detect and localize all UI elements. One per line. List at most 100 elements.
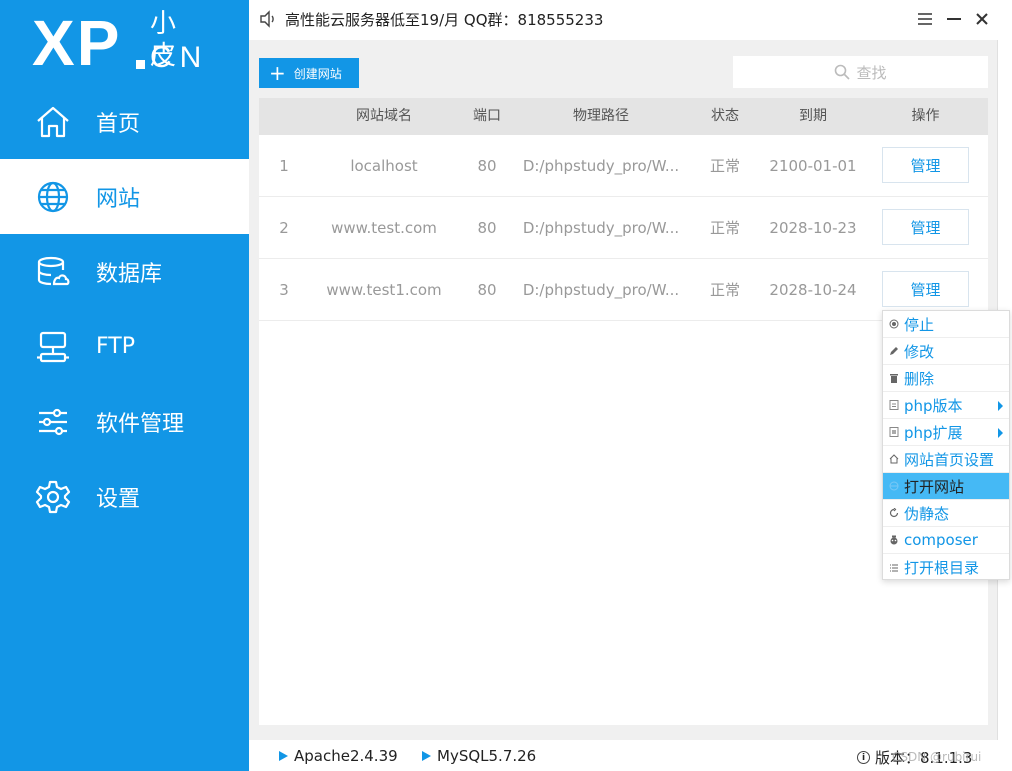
globe-icon	[889, 481, 899, 491]
php-version-icon	[889, 400, 899, 410]
menu-item-label: 修改	[904, 342, 935, 361]
notice-text[interactable]: 高性能云服务器低至19/月 QQ群：818555233	[285, 9, 603, 30]
col-domain: 网站域名	[356, 108, 412, 124]
trash-icon	[889, 373, 899, 383]
table-row[interactable]: 3 www.test1.com 80 D:/phpstudy_pro/W... …	[259, 259, 988, 321]
home-icon	[34, 103, 72, 141]
website-table: 网站域名 端口 物理路径 状态 到期 操作 1 localhost 80 D:/…	[259, 98, 988, 725]
menu-item-open-root-dir[interactable]: 打开根目录	[883, 554, 1009, 581]
table-header: 网站域名 端口 物理路径 状态 到期 操作	[259, 98, 988, 135]
row-expire: 2100-01-01	[769, 157, 857, 175]
row-port: 80	[477, 219, 497, 237]
apache-label: Apache2.4.39	[294, 747, 398, 765]
play-icon	[279, 751, 288, 761]
row-port: 80	[477, 281, 497, 299]
sidebar-item-label: 设置	[96, 486, 141, 512]
menu-item-composer[interactable]: composer	[883, 527, 1009, 554]
minimize-icon[interactable]	[943, 8, 965, 30]
submenu-arrow-icon	[998, 401, 1003, 411]
pencil-icon	[889, 346, 899, 356]
apache-service[interactable]: Apache2.4.39	[279, 747, 398, 765]
menu-item-edit[interactable]: 修改	[883, 338, 1009, 365]
sliders-icon	[34, 403, 72, 441]
mysql-label: MySQL5.7.26	[437, 747, 537, 765]
sidebar-item-software[interactable]: 软件管理	[0, 384, 249, 459]
gear-icon	[34, 478, 72, 516]
ftp-server-icon	[34, 328, 72, 366]
manage-button[interactable]: 管理	[882, 147, 969, 183]
menu-item-open-website[interactable]: 打开网站	[883, 473, 1009, 500]
menu-item-homepage-settings[interactable]: 网站首页设置	[883, 446, 1009, 473]
menu-item-label: 伪静态	[904, 504, 950, 523]
stop-icon	[889, 319, 899, 329]
menu-item-label: 打开网站	[904, 477, 965, 496]
menu-item-label: 删除	[904, 369, 935, 388]
table-row[interactable]: 2 www.test.com 80 D:/phpstudy_pro/W... 正…	[259, 197, 988, 259]
context-menu: 停止 修改 删除 php版本 php扩展 网站首页设置 打开网站 伪静态 com…	[882, 310, 1010, 580]
search-icon	[835, 64, 851, 80]
menu-item-label: php扩展	[904, 423, 963, 442]
col-port: 端口	[473, 108, 501, 124]
manage-button[interactable]: 管理	[882, 271, 969, 307]
row-path: D:/phpstudy_pro/W...	[522, 281, 680, 299]
watermark: CSDN @rubirui	[892, 750, 982, 764]
close-icon[interactable]	[971, 8, 993, 30]
sidebar: XP 小皮 CN 首页 网站 数据库 FTP 软件管理 设置	[0, 0, 249, 771]
sidebar-nav: 首页 网站 数据库 FTP 软件管理 设置	[0, 84, 249, 534]
sidebar-item-settings[interactable]: 设置	[0, 459, 249, 534]
col-expire: 到期	[799, 108, 827, 124]
sidebar-item-label: FTP	[96, 334, 135, 359]
row-port: 80	[477, 157, 497, 175]
menu-item-php-extension[interactable]: php扩展	[883, 419, 1009, 446]
row-path: D:/phpstudy_pro/W...	[522, 157, 680, 175]
database-icon	[34, 253, 72, 291]
top-bar: 高性能云服务器低至19/月 QQ群：818555233	[249, 0, 1012, 40]
col-action: 操作	[911, 108, 940, 124]
sidebar-item-label: 首页	[96, 111, 141, 137]
col-status: 状态	[711, 108, 739, 124]
menu-item-rewrite[interactable]: 伪静态	[883, 500, 1009, 527]
menu-item-delete[interactable]: 删除	[883, 365, 1009, 392]
sidebar-item-label: 数据库	[96, 261, 163, 287]
menu-item-label: php版本	[904, 396, 963, 415]
sidebar-item-label: 软件管理	[96, 411, 185, 437]
play-icon	[422, 751, 431, 761]
sidebar-item-label: 网站	[96, 186, 141, 212]
menu-icon[interactable]	[914, 8, 936, 30]
info-icon: i	[857, 751, 870, 764]
submenu-arrow-icon	[998, 428, 1003, 438]
sidebar-item-ftp[interactable]: FTP	[0, 309, 249, 384]
mysql-service[interactable]: MySQL5.7.26	[422, 747, 536, 765]
logo-xp: XP	[32, 7, 122, 79]
row-path: D:/phpstudy_pro/W...	[522, 219, 680, 237]
create-website-button[interactable]: + 创建网站	[259, 58, 359, 88]
row-domain: localhost	[350, 157, 418, 175]
create-website-label: 创建网站	[293, 66, 342, 81]
menu-item-label: composer	[904, 531, 978, 549]
row-expire: 2028-10-23	[769, 219, 857, 237]
row-status: 正常	[709, 281, 740, 299]
row-index: 2	[279, 219, 289, 237]
menu-item-stop[interactable]: 停止	[883, 311, 1009, 338]
list-icon	[889, 563, 899, 573]
row-status: 正常	[709, 219, 740, 237]
search-placeholder: 查找	[856, 63, 887, 82]
sidebar-item-home[interactable]: 首页	[0, 84, 249, 159]
sidebar-item-database[interactable]: 数据库	[0, 234, 249, 309]
composer-icon	[889, 535, 899, 545]
menu-item-label: 打开根目录	[904, 559, 980, 577]
menu-item-php-version[interactable]: php版本	[883, 392, 1009, 419]
globe-icon	[34, 178, 72, 216]
sidebar-item-website[interactable]: 网站	[0, 159, 249, 234]
menu-item-label: 停止	[904, 315, 935, 334]
search-input[interactable]: 查找	[733, 56, 988, 88]
table-row[interactable]: 1 localhost 80 D:/phpstudy_pro/W... 正常 2…	[259, 135, 988, 197]
row-domain: www.test1.com	[326, 281, 442, 299]
row-index: 3	[279, 281, 289, 299]
refresh-icon	[889, 508, 899, 518]
logo-cn-en: CN	[150, 41, 210, 74]
row-expire: 2028-10-24	[769, 281, 857, 299]
home-icon	[889, 454, 899, 464]
manage-button[interactable]: 管理	[882, 209, 969, 245]
plus-icon: +	[269, 61, 286, 85]
